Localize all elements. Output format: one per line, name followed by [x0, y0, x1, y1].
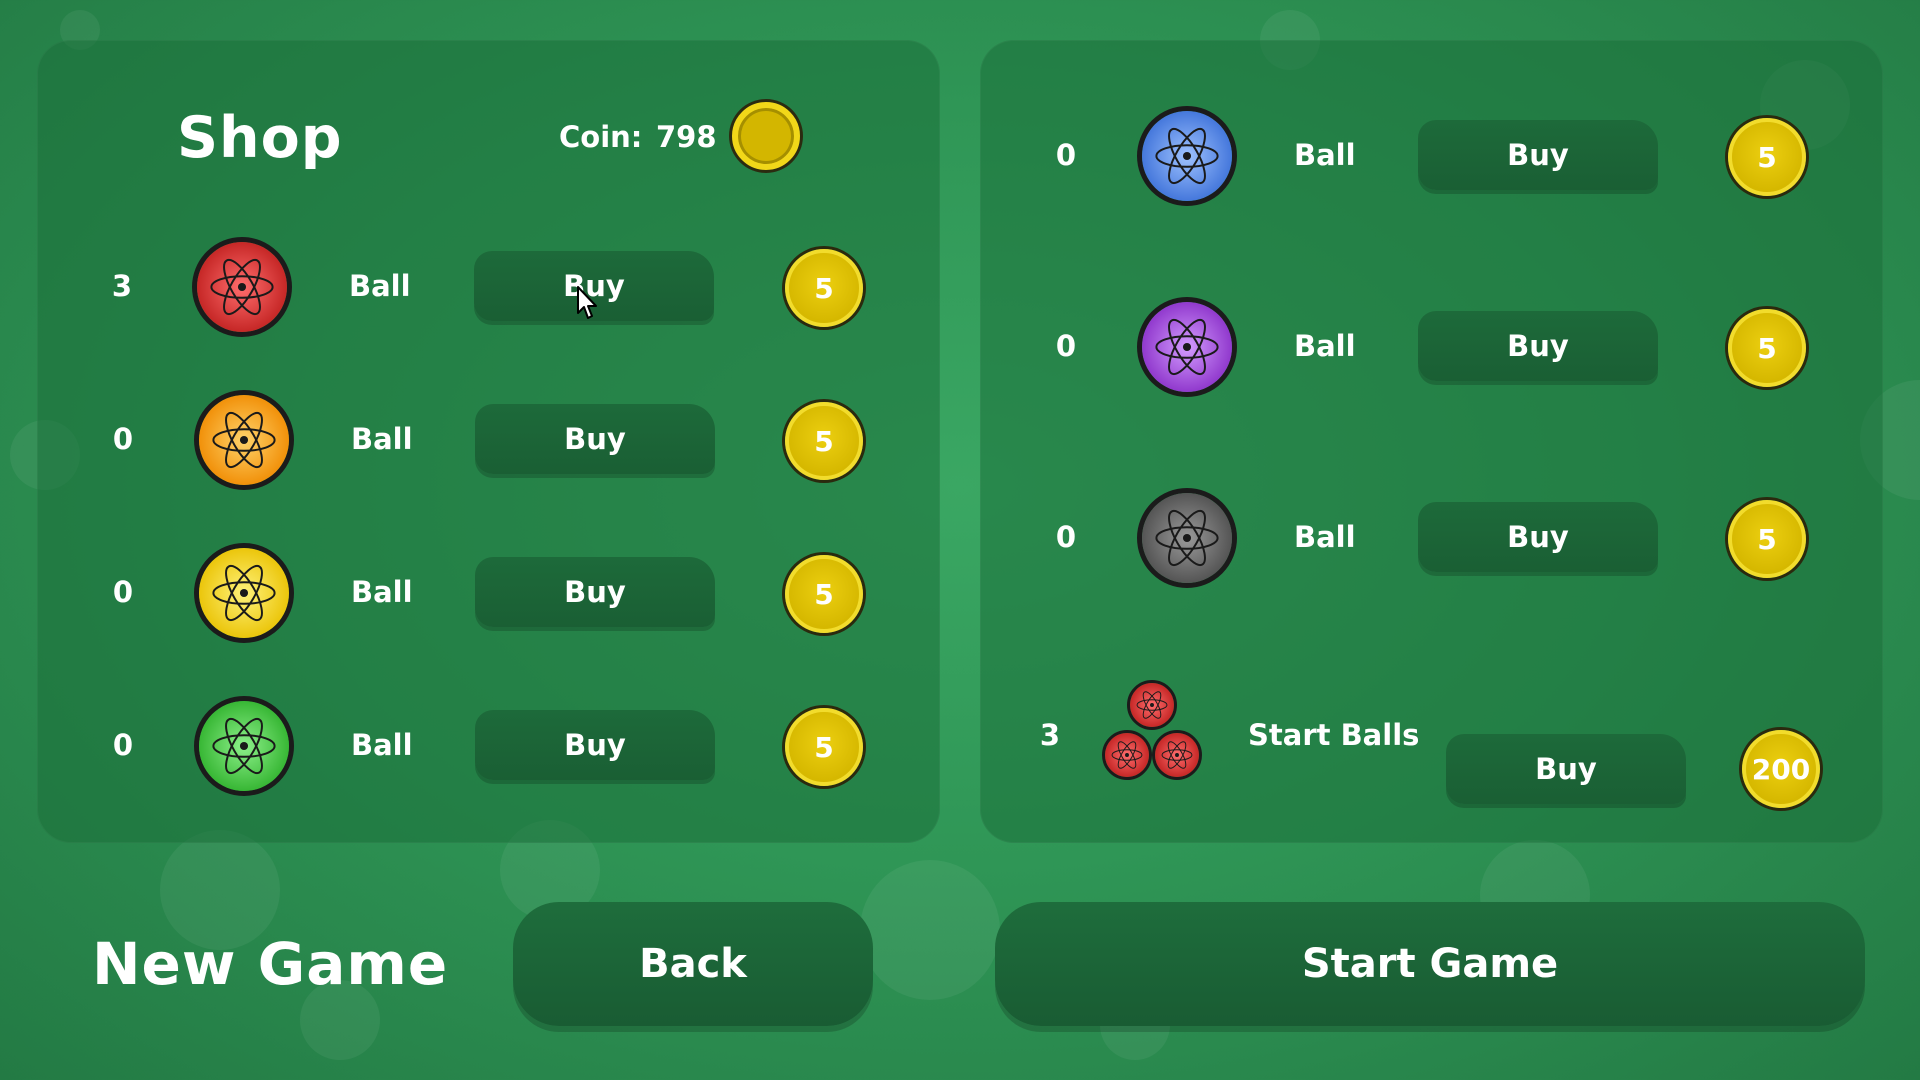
back-button[interactable]: Back: [513, 902, 873, 1026]
black-ball-icon: [1137, 488, 1237, 588]
mouse-cursor-icon: [577, 286, 597, 319]
price-coin-icon: 5: [785, 555, 863, 633]
item-label: Ball: [351, 575, 413, 609]
start-game-button[interactable]: Start Game: [995, 902, 1865, 1026]
buy-start-balls-button[interactable]: Buy: [1446, 734, 1686, 804]
shop-item-orange-ball: 0 Ball Buy 5: [37, 390, 940, 490]
coin-balance: 798: [656, 120, 717, 154]
shop-item-red-ball: 3 Ball Buy 5: [37, 237, 940, 337]
price-coin-icon: 5: [1728, 118, 1806, 196]
buy-yellow-ball-button[interactable]: Buy: [475, 557, 715, 627]
orange-ball-icon: [194, 390, 294, 490]
item-count: 0: [112, 422, 134, 456]
price-coin-icon: 5: [785, 402, 863, 480]
buy-purple-ball-button[interactable]: Buy: [1418, 311, 1658, 381]
item-label: Ball: [351, 728, 413, 762]
item-count: 0: [1055, 329, 1077, 363]
coin-label: Coin:: [559, 120, 643, 154]
item-label: Ball: [1294, 520, 1356, 554]
shop-item-blue-ball: 0 Ball Buy 5: [980, 106, 1883, 206]
price-coin-icon: 5: [785, 708, 863, 786]
purple-ball-icon: [1137, 297, 1237, 397]
buy-orange-ball-button[interactable]: Buy: [475, 404, 715, 474]
item-count: 0: [112, 575, 134, 609]
shop-panel-right: 0 Ball Buy 5 0 Ball Buy 5 0 Ball Buy 5 3…: [980, 40, 1883, 843]
price-coin-icon: 5: [1728, 500, 1806, 578]
buy-blue-ball-button[interactable]: Buy: [1418, 120, 1658, 190]
price-coin-icon: 5: [785, 249, 863, 327]
blue-ball-icon: [1137, 106, 1237, 206]
shop-item-black-ball: 0 Ball Buy 5: [980, 488, 1883, 588]
green-ball-icon: [194, 696, 294, 796]
price-coin-icon: 200: [1742, 730, 1820, 808]
item-count: 3: [1039, 718, 1061, 752]
new-game-title: New Game: [92, 930, 449, 998]
red-ball-icon: [192, 237, 292, 337]
price-coin-icon: 5: [1728, 309, 1806, 387]
yellow-ball-icon: [194, 543, 294, 643]
item-label: Ball: [349, 269, 411, 303]
item-count: 0: [112, 728, 134, 762]
shop-item-green-ball: 0 Ball Buy 5: [37, 696, 940, 796]
mini-ball-icon: [1102, 730, 1152, 780]
item-count: 0: [1055, 520, 1077, 554]
shop-item-start-balls: 3 Start Balls Buy 200: [980, 680, 1883, 808]
item-count: 0: [1055, 138, 1077, 172]
item-label: Ball: [1294, 329, 1356, 363]
shop-item-yellow-ball: 0 Ball Buy 5: [37, 543, 940, 643]
coin-icon: [732, 102, 800, 170]
start-balls-icon: [1102, 680, 1212, 790]
buy-green-ball-button[interactable]: Buy: [475, 710, 715, 780]
shop-title: Shop: [177, 105, 343, 171]
item-label: Ball: [351, 422, 413, 456]
shop-item-purple-ball: 0 Ball Buy 5: [980, 297, 1883, 397]
mini-ball-icon: [1127, 680, 1177, 730]
item-count: 3: [111, 269, 133, 303]
mini-ball-icon: [1152, 730, 1202, 780]
item-label: Ball: [1294, 138, 1356, 172]
shop-panel-left: Shop Coin: 798 3 Ball Buy 5 0 Ball Buy 5…: [37, 40, 940, 843]
item-label: Start Balls: [1248, 718, 1420, 752]
buy-black-ball-button[interactable]: Buy: [1418, 502, 1658, 572]
